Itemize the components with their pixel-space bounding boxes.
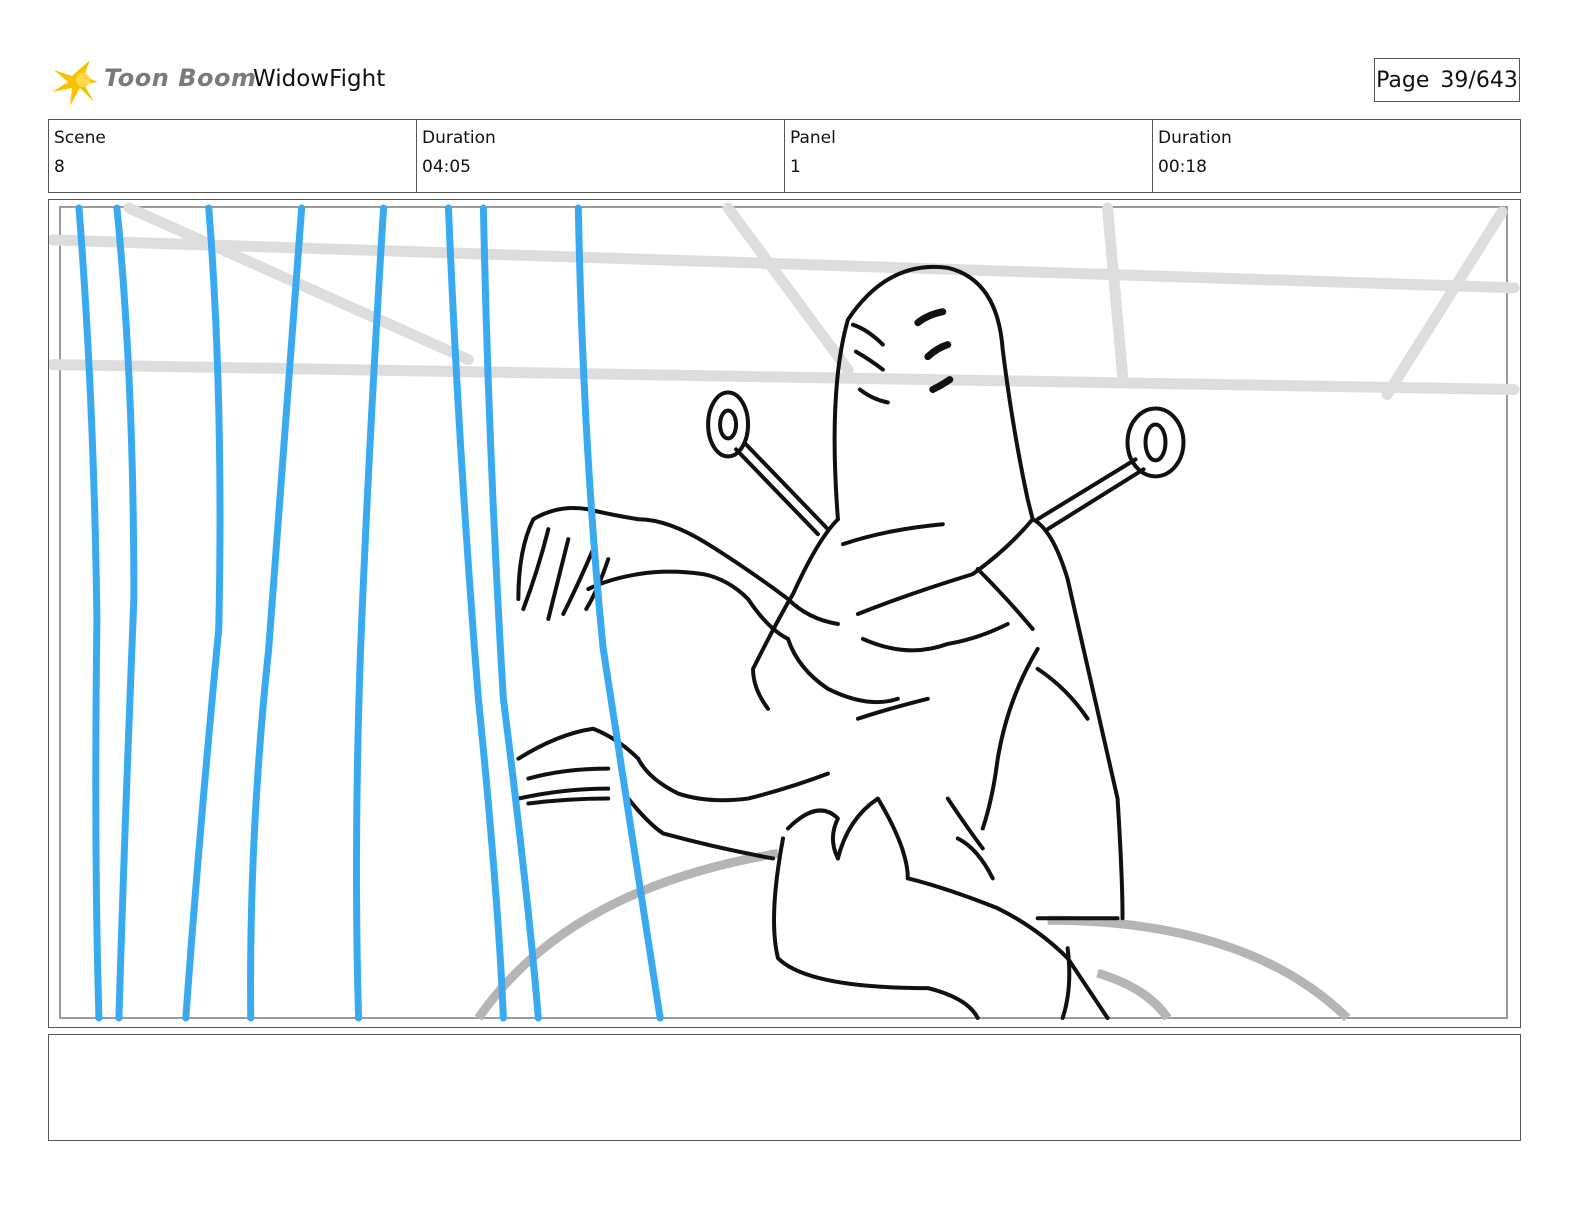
scene-info-table: Scene 8 Duration 04:05 Panel 1 Duration … bbox=[48, 119, 1521, 193]
panel-sketch bbox=[49, 202, 1520, 1022]
background-beams bbox=[49, 202, 1520, 401]
panel-duration-label: Duration bbox=[1158, 128, 1232, 148]
panel-duration-cell: Duration 00:18 bbox=[1152, 120, 1520, 192]
storyboard-panel bbox=[48, 199, 1521, 1028]
logo-text: Toon Boom bbox=[104, 64, 257, 92]
panel-cell: Panel 1 bbox=[784, 120, 1152, 192]
scene-value: 8 bbox=[54, 157, 65, 177]
notes-area bbox=[48, 1034, 1521, 1141]
scene-label: Scene bbox=[54, 128, 106, 148]
panel-value: 1 bbox=[790, 157, 801, 177]
scene-duration-value: 04:05 bbox=[422, 157, 471, 177]
scene-duration-label: Duration bbox=[422, 128, 496, 148]
scene-duration-cell: Duration 04:05 bbox=[416, 120, 784, 192]
scene-cell: Scene 8 bbox=[49, 120, 416, 192]
project-title: WidowFight bbox=[253, 66, 386, 92]
page-number: 39/643 bbox=[1440, 67, 1518, 93]
page-indicator: Page 39/643 bbox=[1374, 58, 1520, 102]
panel-duration-value: 00:18 bbox=[1158, 157, 1207, 177]
panel-label: Panel bbox=[790, 128, 836, 148]
rain-lines bbox=[75, 204, 664, 1022]
page-label: Page bbox=[1376, 67, 1430, 93]
